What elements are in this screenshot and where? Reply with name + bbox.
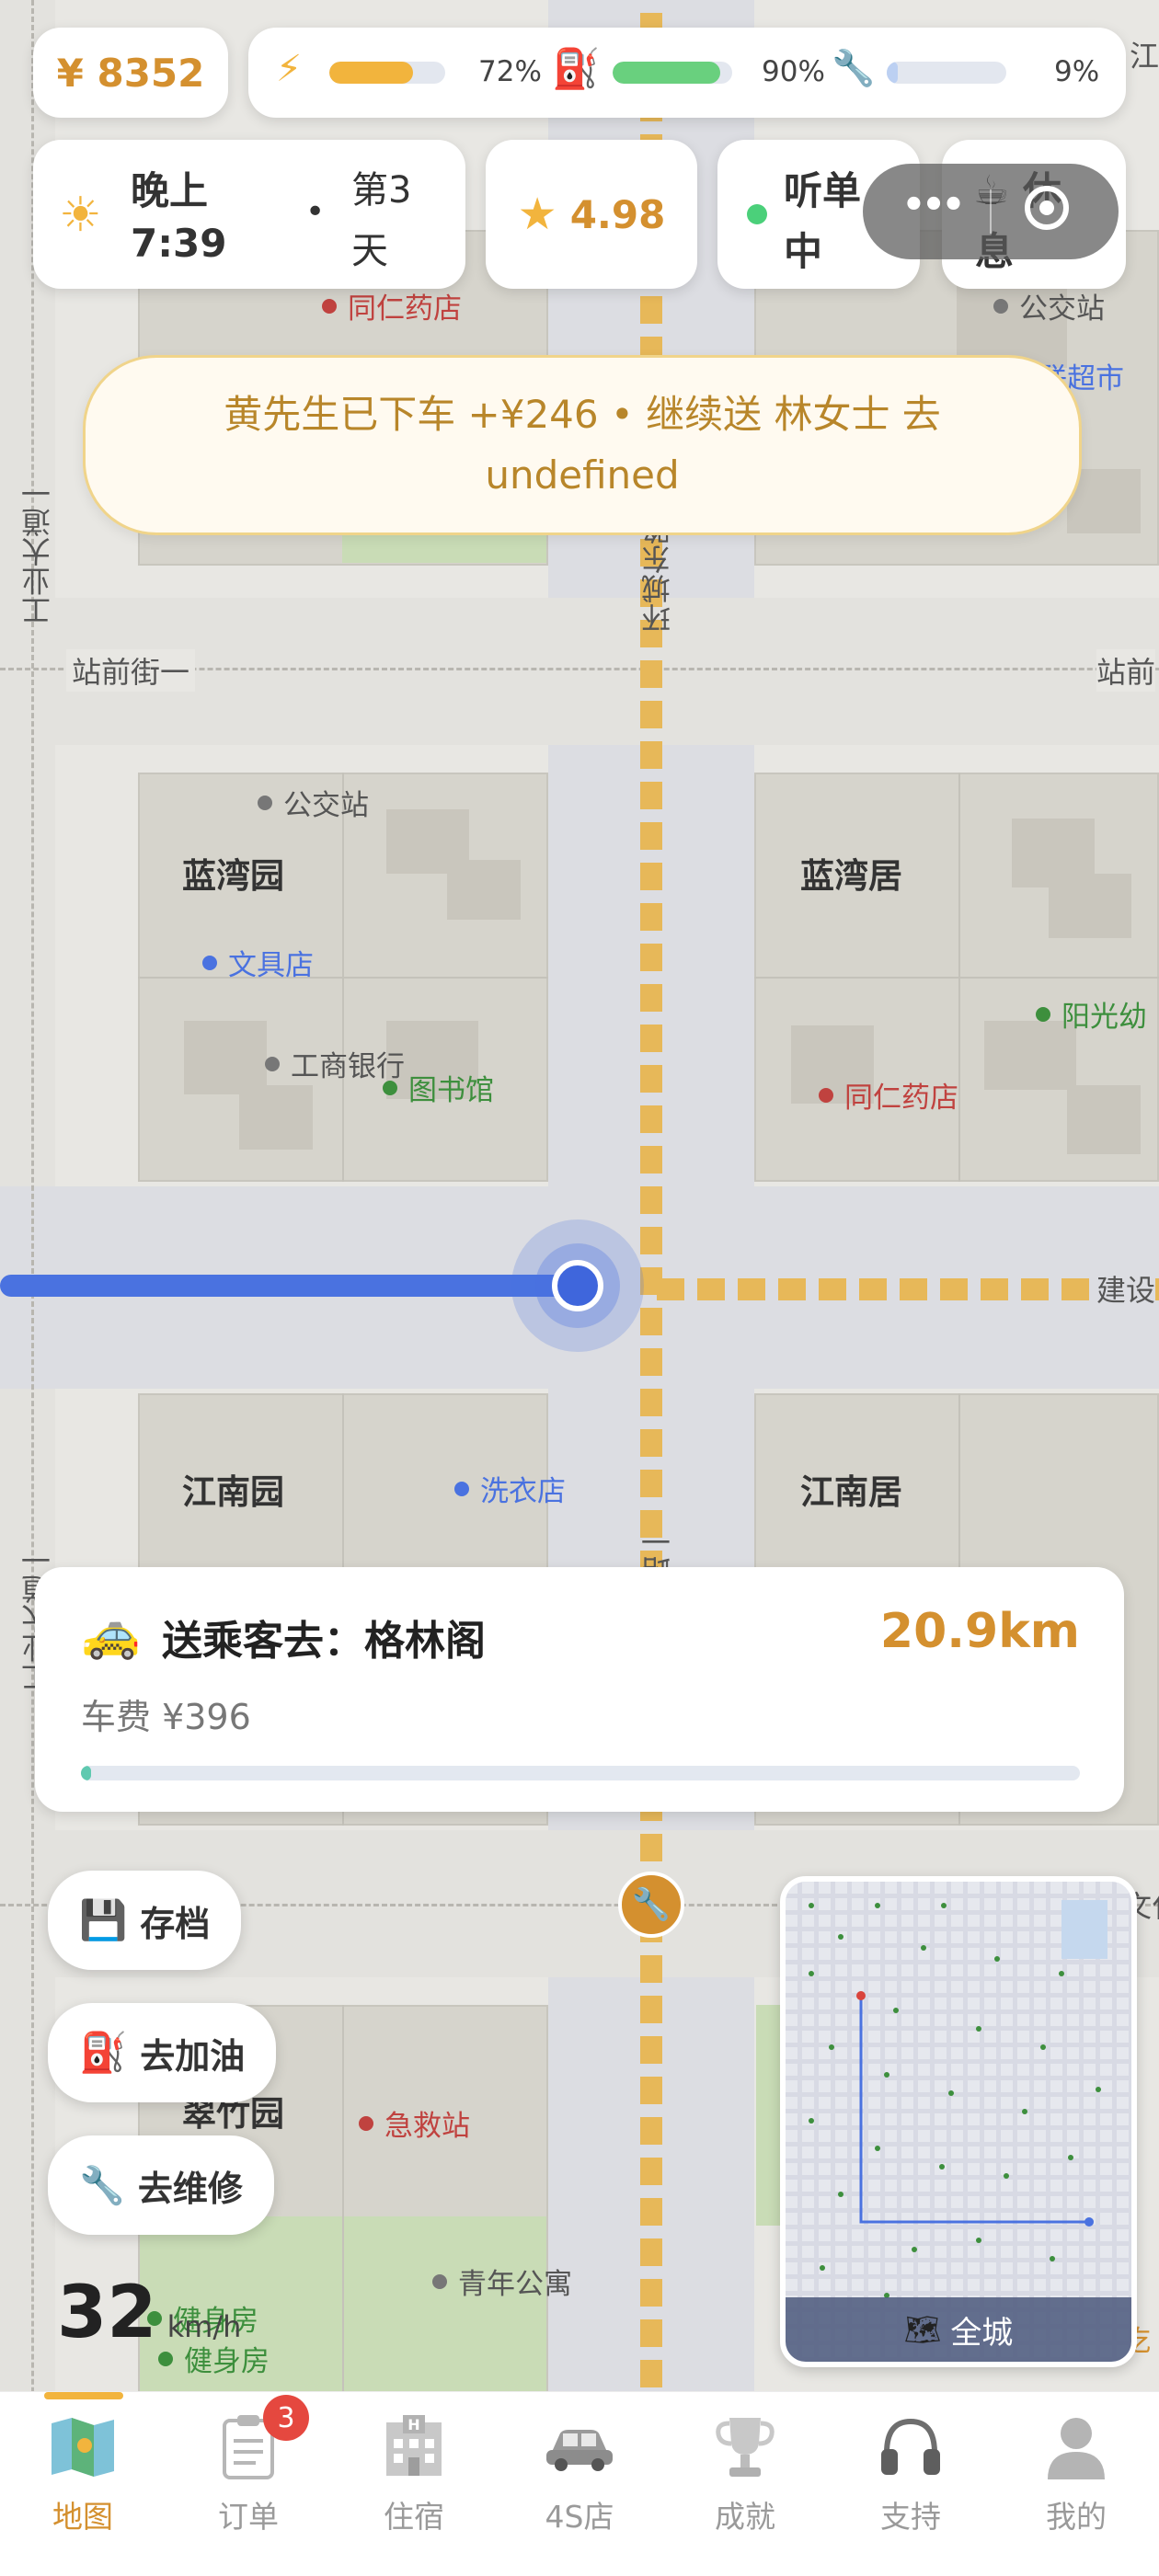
time-card: ☀ 晚上 7:39 • 第3 天 [33, 140, 465, 289]
road-label: 站前 [1096, 649, 1156, 692]
minimap-footer[interactable]: 🗺 全城 [786, 2297, 1131, 2362]
close-icon[interactable] [1025, 186, 1069, 230]
minimap-label: 全城 [950, 2314, 1014, 2352]
road-label: 工业大道一 [20, 478, 55, 625]
poi-pharmacy[interactable]: 同仁药店 [819, 1074, 958, 1116]
day-suffix: 天 [351, 230, 388, 272]
headphones-icon [874, 2410, 947, 2483]
taxi-icon: 🚕 [81, 1607, 141, 1662]
map-icon [46, 2410, 120, 2483]
minimap[interactable]: 🗺 全城 [780, 1876, 1137, 2367]
block-name: 江南居 [800, 1472, 902, 1512]
toast-message: 黄先生已下车 +¥246 • 继续送 林女士 去 [224, 392, 941, 437]
block-name: 蓝湾园 [182, 856, 284, 896]
wrench-icon: 🔧 [79, 2164, 125, 2207]
floppy-icon: 💾 [79, 1897, 128, 1942]
poi-apartment[interactable]: 青年公寓 [432, 2261, 572, 2302]
repair-button[interactable]: 🔧 去维修 [48, 2135, 274, 2235]
tab-label: 4S店 [545, 2499, 614, 2535]
wrench-icon: 🔧 [832, 48, 876, 88]
tab-label: 我的 [1046, 2499, 1107, 2535]
energy-bar [329, 62, 445, 84]
wear-percent: 9% [1054, 55, 1100, 88]
poi-kindergarten[interactable]: 阳光幼 [1036, 993, 1147, 1035]
tab-profile[interactable]: 我的 [993, 2410, 1159, 2536]
clipboard-icon: 3 [212, 2395, 309, 2483]
vehicle-status-card: ⚡ 72% ⛽ 90% 🔧 9% [248, 28, 1126, 118]
minimap-grid [786, 1882, 1131, 2362]
save-button[interactable]: 💾 存档 [48, 1871, 242, 1970]
trip-distance: 20.9km [879, 1604, 1080, 1659]
notification-toast: 黄先生已下车 +¥246 • 继续送 林女士 去 undefined [83, 355, 1082, 535]
speed-unit: km/h [166, 2309, 242, 2344]
car-icon [543, 2410, 616, 2483]
poi-bus-stop[interactable]: 公交站 [993, 285, 1105, 326]
sun-icon: ☀ [59, 188, 102, 243]
fuel-bar [613, 62, 732, 84]
online-status-dot [747, 204, 767, 224]
world-map-icon: 🗺 [903, 2312, 942, 2347]
tab-map[interactable]: 地图 [0, 2410, 166, 2536]
tab-4s-store[interactable]: 4S店 [497, 2410, 662, 2536]
fuel-icon: ⛽ [552, 46, 601, 91]
money-value: ¥ 8352 [56, 50, 205, 96]
block-name: 蓝湾居 [800, 856, 902, 896]
money-card: ¥ 8352 [33, 28, 228, 118]
separator-dot: • [305, 193, 326, 231]
clock-time: 7:39 [131, 221, 227, 266]
refuel-button[interactable]: ⛽ 去加油 [48, 2003, 277, 2102]
rating-card: ★ 4.98 [486, 140, 697, 289]
tab-hotel[interactable]: H 住宿 [331, 2410, 497, 2536]
speed-value: 32 [57, 2272, 157, 2354]
speedometer: 32 km/h [57, 2272, 241, 2354]
block-name: 江南园 [182, 1472, 284, 1512]
status-label: 听单 [784, 168, 862, 213]
trip-destination: 送乘客去：格林阁 [162, 1618, 486, 1665]
energy-icon: ⚡ [276, 48, 303, 90]
more-button[interactable]: ••• [890, 184, 973, 226]
active-tab-indicator [44, 2392, 123, 2399]
trip-progress-bar [81, 1766, 1080, 1780]
tab-label: 地图 [52, 2499, 113, 2535]
status-label-2: 中 [784, 229, 823, 274]
repair-label: 去维修 [137, 2168, 243, 2209]
refuel-label: 去加油 [140, 2035, 246, 2077]
poi-emergency[interactable]: 急救站 [359, 2102, 470, 2144]
save-label: 存档 [140, 1903, 211, 1944]
trip-card[interactable]: 🚕 送乘客去：格林阁 20.9km 车费 ¥396 [35, 1567, 1124, 1812]
fuel-percent: 90% [762, 55, 825, 88]
poi-pharmacy[interactable]: 同仁药店 [322, 285, 462, 326]
rating-value: 4.98 [569, 191, 666, 237]
poi-bus-stop[interactable]: 公交站 [258, 782, 369, 823]
tab-support[interactable]: 支持 [828, 2410, 993, 2536]
poi-stationery[interactable]: 文具店 [202, 942, 314, 983]
day-counter: 第3 [351, 169, 412, 212]
tab-achievements[interactable]: 成就 [662, 2410, 828, 2536]
road-label: 站前街一 [66, 649, 196, 692]
miniprogram-capsule: ••• [863, 164, 1119, 259]
road-label: 江 [1130, 39, 1159, 74]
time-period: 晚上 [131, 168, 209, 213]
road-label: 建设 [1096, 1267, 1156, 1310]
poi-laundry[interactable]: 洗衣店 [454, 1468, 566, 1509]
route-line [0, 1275, 580, 1297]
user-icon [1039, 2410, 1113, 2483]
energy-percent: 72% [478, 55, 542, 88]
star-icon: ★ [517, 189, 557, 240]
toast-message-2: undefined [485, 452, 680, 498]
orders-badge: 3 [263, 2395, 309, 2441]
trip-fare: 车费 ¥396 [81, 1697, 251, 1737]
tab-label: 成就 [715, 2499, 775, 2535]
svg-text:H: H [407, 2416, 419, 2433]
trophy-icon [708, 2410, 782, 2483]
wear-bar [887, 62, 1006, 84]
hotel-icon: H [377, 2410, 451, 2483]
tab-label: 订单 [218, 2499, 279, 2535]
fuel-pump-icon: ⛽ [79, 2030, 128, 2075]
tab-orders[interactable]: 3 订单 [166, 2395, 331, 2536]
poi-library[interactable]: 图书馆 [383, 1067, 494, 1108]
repair-shop-marker[interactable]: 🔧 [618, 1872, 684, 1938]
tab-label: 支持 [880, 2499, 941, 2535]
tab-label: 住宿 [384, 2499, 444, 2535]
